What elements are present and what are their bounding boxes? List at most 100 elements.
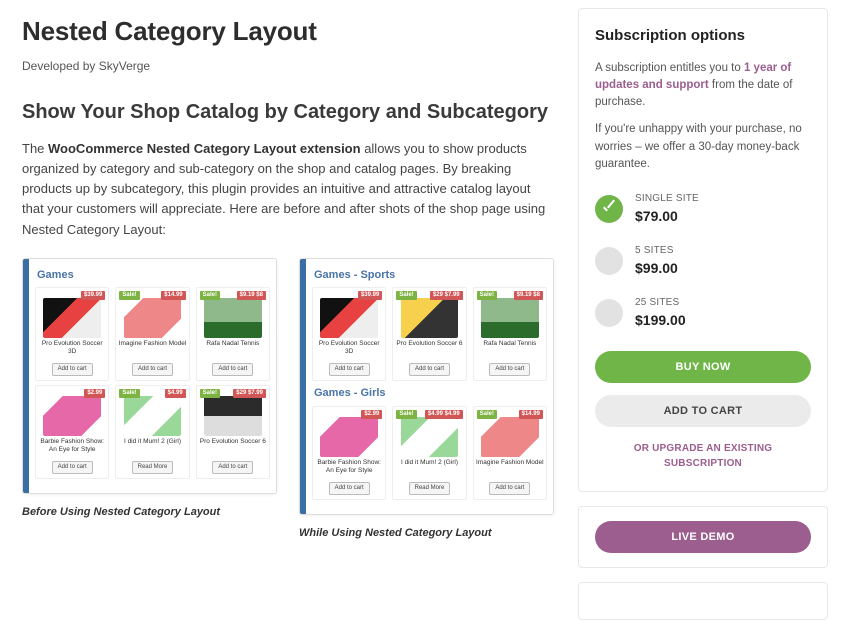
product-action-button[interactable]: Add to cart (132, 363, 173, 376)
sidebar-blurb-1: A subscription entitles you to 1 year of… (595, 60, 811, 112)
sale-badge: Sale! (119, 389, 139, 398)
category-title[interactable]: Games - Girls (314, 385, 547, 402)
product-card[interactable]: Sale!$29 $7.99Pro Evolution Soccer 6Add … (196, 385, 270, 479)
product-title: Pro Evolution Soccer 6 (393, 340, 465, 356)
product-action-button[interactable]: Add to cart (329, 482, 370, 495)
product-action-button[interactable]: Read More (132, 461, 174, 474)
sidebar-blurb-2: If you're unhappy with your purchase, no… (595, 121, 811, 173)
product-card[interactable]: Sale!$14.99Imagine Fashion ModelAdd to c… (473, 406, 547, 500)
before-caption: Before Using Nested Category Layout (22, 504, 277, 521)
product-action-button[interactable]: Add to cart (52, 363, 93, 376)
product-thumb (320, 417, 378, 457)
product-title: Barbie Fashion Show: An Eye for Style (313, 459, 385, 475)
category-title[interactable]: Games - Sports (314, 267, 547, 284)
product-card[interactable]: Sale! $4.99 I did it Mum! 2 (Girl) Read Mor… (115, 385, 189, 479)
price-badge: $14.99 (161, 291, 185, 300)
product-action-button[interactable]: Add to cart (52, 461, 93, 474)
tier-price: $99.00 (635, 258, 678, 279)
pricing-tier[interactable]: 5 SITES$99.00 (595, 235, 811, 287)
sale-badge: Sale! (200, 389, 220, 398)
product-title: Rafa Nadal Tennis (197, 340, 269, 356)
price-badge: $39.99 (358, 291, 382, 300)
before-frame: Games $39.99 Pro Evolution Soccer 3D Add to… (22, 258, 277, 495)
product-card[interactable]: $2.99 Barbie Fashion Show: An Eye for Sty… (35, 385, 109, 479)
sale-badge: Sale! (396, 291, 416, 300)
product-title: Imagine Fashion Model (116, 340, 188, 356)
tier-label: 5 SITES (635, 243, 678, 258)
buy-now-button[interactable]: BUY NOW (595, 351, 811, 383)
product-thumb (124, 298, 182, 338)
page-title: Nested Category Layout (22, 12, 554, 51)
radio-icon[interactable] (595, 247, 623, 275)
product-thumb (401, 298, 459, 338)
before-column: Games $39.99 Pro Evolution Soccer 3D Add to… (22, 258, 277, 521)
empty-panel (578, 582, 828, 620)
desc-prefix: The (22, 141, 48, 156)
developed-by-prefix: Developed by (22, 59, 99, 73)
product-action-button[interactable]: Add to cart (212, 363, 253, 376)
tier-price: $79.00 (635, 206, 699, 227)
price-badge: $4.99 (165, 389, 186, 398)
product-card[interactable]: Sale! $9.19 $8 Rafa Nadal Tennis Add to car… (196, 287, 270, 381)
price-badge: $9.19 $8 (514, 291, 543, 300)
product-title: Barbie Fashion Show: An Eye for Style (36, 438, 108, 454)
product-action-button[interactable]: Add to cart (489, 363, 530, 376)
product-title: Pro Evolution Soccer 3D (313, 340, 385, 356)
product-row: $39.99 Pro Evolution Soccer 3D Add to cart… (35, 287, 270, 381)
product-action-button[interactable]: Add to cart (329, 363, 370, 376)
product-card[interactable]: Sale! $14.99 Imagine Fashion Model Add to c… (115, 287, 189, 381)
price-badge: $39.99 (81, 291, 105, 300)
radio-icon[interactable] (595, 299, 623, 327)
subscription-panel: Subscription options A subscription enti… (578, 8, 828, 492)
blurb1-prefix: A subscription entitles you to (595, 62, 744, 74)
tier-text: SINGLE SITE$79.00 (635, 191, 699, 227)
product-card[interactable]: Sale!$4.99 $4.99I did it Mum! 2 (Girl)Re… (392, 406, 466, 500)
description: The WooCommerce Nested Category Layout e… (22, 139, 554, 240)
tier-price: $199.00 (635, 310, 686, 331)
product-thumb (320, 298, 378, 338)
after-frame: Games - Sports $39.99 Pro Evolution Soccer… (299, 258, 554, 515)
sale-badge: Sale! (477, 410, 497, 419)
product-thumb (43, 298, 101, 338)
pricing-tier[interactable]: 25 SITES$199.00 (595, 287, 811, 339)
developer-link[interactable]: SkyVerge (99, 59, 150, 73)
product-title: Pro Evolution Soccer 3D (36, 340, 108, 356)
product-title: I did it Mum! 2 (Girl) (393, 459, 465, 475)
after-column: Games - Sports $39.99 Pro Evolution Soccer… (299, 258, 554, 542)
add-to-cart-button[interactable]: ADD TO CART (595, 395, 811, 427)
product-card[interactable]: $39.99 Pro Evolution Soccer 3D Add to cart (35, 287, 109, 381)
price-badge: $2.99 (84, 389, 105, 398)
main-content: Nested Category Layout Developed by SkyV… (22, 8, 554, 634)
sale-badge: Sale! (119, 291, 139, 300)
tier-text: 25 SITES$199.00 (635, 295, 686, 331)
pricing-tier[interactable]: SINGLE SITE$79.00 (595, 183, 811, 235)
product-thumb (204, 298, 262, 338)
product-thumb (43, 396, 101, 436)
product-title: Pro Evolution Soccer 6 (197, 438, 269, 454)
product-card[interactable]: $39.99 Pro Evolution Soccer 3D Add to cart (312, 287, 386, 381)
price-badge: $9.19 $8 (237, 291, 266, 300)
live-demo-button[interactable]: LIVE DEMO (595, 521, 811, 553)
price-badge: $29 $7.99 (430, 291, 463, 300)
sale-badge: Sale! (200, 291, 220, 300)
product-thumb (124, 396, 182, 436)
sidebar: Subscription options A subscription enti… (578, 8, 828, 634)
product-action-button[interactable]: Add to cart (409, 363, 450, 376)
product-row: $2.99 Barbie Fashion Show: An Eye for Sty… (312, 406, 547, 500)
price-badge: $2.99 (361, 410, 382, 419)
product-action-button[interactable]: Add to cart (489, 482, 530, 495)
product-action-button[interactable]: Add to cart (212, 461, 253, 474)
product-card[interactable]: $2.99 Barbie Fashion Show: An Eye for Sty… (312, 406, 386, 500)
product-thumb (481, 298, 539, 338)
product-title: I did it Mum! 2 (Girl) (116, 438, 188, 454)
tier-text: 5 SITES$99.00 (635, 243, 678, 279)
tier-label: SINGLE SITE (635, 191, 699, 206)
product-card[interactable]: Sale! $29 $7.99 Pro Evolution Soccer 6 Add … (392, 287, 466, 381)
check-icon[interactable] (595, 195, 623, 223)
product-card[interactable]: Sale!$9.19 $8Rafa Nadal TennisAdd to car… (473, 287, 547, 381)
sale-badge: Sale! (477, 291, 497, 300)
product-action-button[interactable]: Read More (409, 482, 451, 495)
category-title[interactable]: Games (37, 267, 270, 284)
upgrade-link[interactable]: OR UPGRADE AN EXISTING SUBSCRIPTION (595, 441, 811, 471)
tier-list: SINGLE SITE$79.00 5 SITES$99.00 25 SITES$1… (595, 183, 811, 339)
